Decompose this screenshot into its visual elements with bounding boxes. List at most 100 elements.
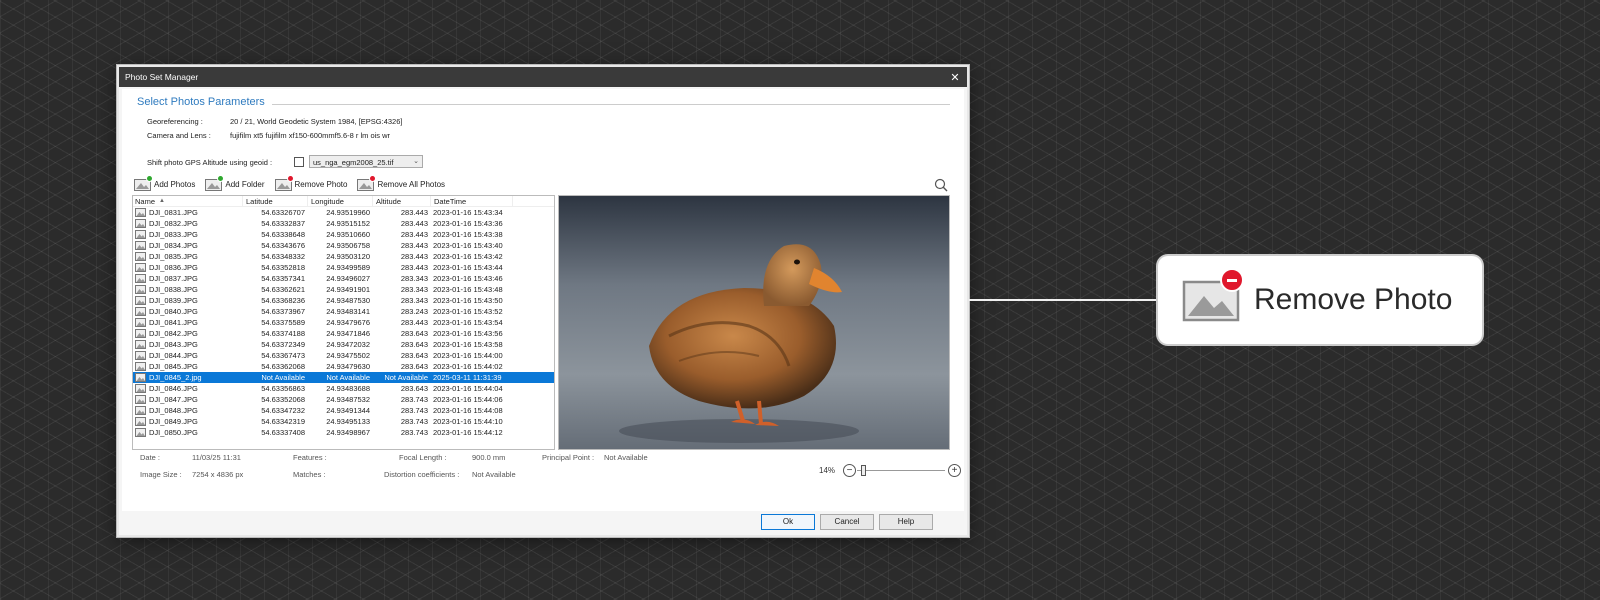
row-longitude-cell: 24.93499589 (326, 263, 370, 272)
row-datetime-cell: 2023-01-16 15:44:04 (433, 384, 503, 393)
row-name-cell: DJI_0844.JPG (133, 351, 243, 360)
zoom-slider-thumb[interactable] (861, 465, 866, 476)
row-name-cell: DJI_0845_2.jpg (133, 373, 243, 382)
table-row[interactable]: DJI_0838.JPG 54.63362621 24.93491901 283.34… (133, 284, 554, 295)
row-longitude-cell: 24.93496027 (326, 274, 370, 283)
distortion-label: Distortion coefficients : (384, 470, 460, 479)
row-altitude-cell: 283.443 (400, 318, 428, 327)
geoid-select[interactable]: us_nga_egm2008_25.tif ⌄ (309, 155, 423, 168)
row-altitude-cell: 283.343 (400, 274, 428, 283)
table-row[interactable]: DJI_0847.JPG 54.63352068 24.93487532 283.74… (133, 394, 554, 405)
shift-altitude-checkbox[interactable] (294, 157, 304, 167)
row-altitude-cell: 283.643 (400, 329, 428, 338)
row-datetime-cell: 2023-01-16 15:44:02 (433, 362, 503, 371)
zoom-slider-track[interactable] (857, 470, 945, 471)
table-row[interactable]: DJI_0831.JPG 54.63326707 24.93519960 283.44… (133, 207, 554, 218)
photo-table[interactable]: Name ▲ Latitude Longitude Altitude DateTi… (132, 195, 555, 450)
row-latitude-cell: 54.63347232 (261, 406, 305, 415)
table-row[interactable]: DJI_0842.JPG 54.63374188 24.93471846 283.64… (133, 328, 554, 339)
row-latitude-cell: 54.63352068 (261, 395, 305, 404)
table-row[interactable]: DJI_0832.JPG 54.63332837 24.93515152 283.44… (133, 218, 554, 229)
row-latitude-cell: 54.63342319 (261, 417, 305, 426)
table-row[interactable]: DJI_0834.JPG 54.63343676 24.93506758 283.44… (133, 240, 554, 251)
camera-lens-value: fujifilm xt5 fujifilm xf150-600mmf5.6-8 … (230, 131, 391, 140)
table-row[interactable]: DJI_0844.JPG 54.63367473 24.93475502 283.64… (133, 350, 554, 361)
row-latitude-cell: 54.63372349 (261, 340, 305, 349)
matches-label: Matches : (293, 470, 326, 479)
section-divider (272, 104, 950, 105)
column-header-altitude[interactable]: Altitude (373, 196, 431, 206)
row-altitude-cell: 283.643 (400, 362, 428, 371)
table-row[interactable]: DJI_0848.JPG 54.63347232 24.93491344 283.74… (133, 405, 554, 416)
features-label: Features : (293, 453, 327, 462)
row-name-cell: DJI_0846.JPG (133, 384, 243, 393)
image-file-icon (135, 395, 146, 404)
row-altitude-cell: 283.743 (400, 406, 428, 415)
date-label: Date : (140, 453, 161, 462)
row-latitude-cell: 54.63362068 (261, 362, 305, 371)
image-file-icon (135, 417, 146, 426)
ok-button[interactable]: Ok (761, 514, 815, 530)
cancel-button[interactable]: Cancel (820, 514, 874, 530)
remove-photo-callout: Remove Photo (1158, 256, 1482, 344)
table-row[interactable]: DJI_0846.JPG 54.63356863 24.93483688 283.64… (133, 383, 554, 394)
image-file-icon (135, 373, 146, 382)
row-name-cell: DJI_0837.JPG (133, 274, 243, 283)
column-header-datetime[interactable]: DateTime (431, 196, 513, 206)
table-row[interactable]: DJI_0845.JPG 54.63362068 24.93479630 283.64… (133, 361, 554, 372)
row-datetime-cell: 2023-01-16 15:43:40 (433, 241, 503, 250)
row-longitude-cell: 24.93506758 (326, 241, 370, 250)
remove-photo-label: Remove Photo (294, 179, 348, 189)
zoom-out-icon[interactable]: − (843, 464, 856, 477)
row-altitude-cell: 283.443 (400, 219, 428, 228)
row-longitude-cell: 24.93510660 (326, 230, 370, 239)
table-row[interactable]: DJI_0837.JPG 54.63357341 24.93496027 283.34… (133, 273, 554, 284)
row-name-cell: DJI_0848.JPG (133, 406, 243, 415)
image-file-icon (135, 318, 146, 327)
georeferencing-value: 20 / 21, World Geodetic System 1984, [EP… (230, 117, 403, 126)
table-row[interactable]: DJI_0839.JPG 54.63368236 24.93487530 283.34… (133, 295, 554, 306)
image-file-icon (135, 329, 146, 338)
add-photos-label: Add Photos (154, 179, 196, 189)
row-datetime-cell: 2023-01-16 15:43:46 (433, 274, 503, 283)
table-row[interactable]: DJI_0840.JPG 54.63373967 24.93483141 283.24… (133, 306, 554, 317)
row-longitude-cell: 24.93475502 (326, 351, 370, 360)
table-row[interactable]: DJI_0835.JPG 54.63348332 24.93503120 283.44… (133, 251, 554, 262)
table-row[interactable]: DJI_0836.JPG 54.63352818 24.93499589 283.44… (133, 262, 554, 273)
row-latitude-cell: 54.63326707 (261, 208, 305, 217)
row-altitude-cell: 283.743 (400, 395, 428, 404)
search-icon[interactable] (934, 178, 948, 192)
table-row[interactable]: DJI_0849.JPG 54.63342319 24.93495133 283.74… (133, 416, 554, 427)
zoom-in-icon[interactable]: + (948, 464, 961, 477)
column-header-latitude[interactable]: Latitude (243, 196, 308, 206)
image-file-icon (135, 252, 146, 261)
add-folder-button[interactable]: Add Folder (205, 174, 265, 191)
row-datetime-cell: 2023-01-16 15:43:34 (433, 208, 503, 217)
row-latitude-cell: 54.63375589 (261, 318, 305, 327)
photo-set-manager-dialog: Photo Set Manager ✕ Select Photos Parame… (117, 65, 969, 537)
column-header-name[interactable]: Name ▲ (133, 196, 243, 206)
close-icon[interactable]: ✕ (947, 69, 963, 85)
row-name-cell: DJI_0835.JPG (133, 252, 243, 261)
remove-photo-button[interactable]: Remove Photo (274, 174, 348, 191)
add-photos-button[interactable]: Add Photos (134, 174, 196, 191)
row-longitude-cell: 24.93471846 (326, 329, 370, 338)
table-row[interactable]: DJI_0843.JPG 54.63372349 24.93472032 283.64… (133, 339, 554, 350)
row-datetime-cell: 2023-01-16 15:43:54 (433, 318, 503, 327)
table-row[interactable]: DJI_0850.JPG 54.63337408 24.93498967 283.74… (133, 427, 554, 438)
row-longitude-cell: 24.93487530 (326, 296, 370, 305)
row-name-cell: DJI_0831.JPG (133, 208, 243, 217)
remove-all-photos-label: Remove All Photos (377, 179, 446, 189)
principal-point-label: Principal Point : (542, 453, 595, 462)
column-header-longitude[interactable]: Longitude (308, 196, 373, 206)
photo-toolbar: Add Photos Add Folder Remove Photo Remov… (134, 174, 455, 193)
row-altitude-cell: 283.743 (400, 417, 428, 426)
row-name-cell: DJI_0836.JPG (133, 263, 243, 272)
help-button[interactable]: Help (879, 514, 933, 530)
table-row[interactable]: DJI_0845_2.jpg Not Available Not Available… (133, 372, 554, 383)
remove-all-photos-button[interactable]: Remove All Photos (357, 174, 446, 191)
table-row[interactable]: DJI_0841.JPG 54.63375589 24.93479676 283.44… (133, 317, 554, 328)
table-row[interactable]: DJI_0833.JPG 54.63338648 24.93510660 283.44… (133, 229, 554, 240)
row-latitude-cell: 54.63367473 (261, 351, 305, 360)
row-longitude-cell: 24.93495133 (326, 417, 370, 426)
